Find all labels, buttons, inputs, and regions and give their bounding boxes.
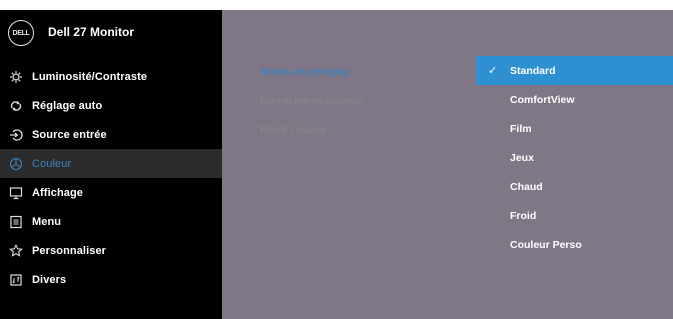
option-label: ComfortView: [510, 93, 575, 106]
option-film[interactable]: Film: [476, 114, 673, 143]
option-standard[interactable]: ✓ Standard: [476, 56, 673, 85]
menu-item-couleur[interactable]: Couleur: [0, 149, 222, 178]
submenu-item-format-entree-couleurs[interactable]: Format entrée couleurs: [260, 96, 363, 107]
option-label: Standard: [510, 64, 556, 77]
star-icon: [9, 243, 23, 258]
submenu-item-modes-prereglage[interactable]: Modes de préréglag: [260, 67, 349, 78]
menu-icon: [9, 215, 23, 229]
option-label: Couleur Perso: [510, 238, 582, 251]
logo-text: DELL: [12, 29, 30, 37]
menu-item-label: Divers: [32, 273, 67, 286]
option-jeux[interactable]: Jeux: [476, 143, 673, 172]
others-icon: [9, 273, 23, 287]
input-source-icon: [9, 128, 23, 142]
menu-item-label: Luminosité/Contraste: [32, 70, 148, 83]
menu-item-personnaliser[interactable]: Personnaliser: [0, 236, 222, 265]
osd-sidebar: DELL Dell 27 Monitor Luminosité/Contrast…: [0, 10, 222, 319]
menu-item-divers[interactable]: Divers: [0, 265, 222, 294]
option-label: Chaud: [510, 180, 543, 193]
display-icon: [9, 186, 23, 200]
menu-item-reglage-auto[interactable]: Réglage auto: [0, 91, 222, 120]
option-comfortview[interactable]: ComfortView: [476, 85, 673, 114]
monitor-model: Dell 27 Monitor: [48, 25, 135, 39]
option-label: Jeux: [510, 151, 534, 164]
menu-item-label: Source entrée: [32, 128, 107, 141]
menu-item-menu[interactable]: Menu: [0, 207, 222, 236]
option-label: Froid: [510, 209, 537, 222]
menu-item-affichage[interactable]: Affichage: [0, 178, 222, 207]
option-chaud[interactable]: Chaud: [476, 172, 673, 201]
option-label: Film: [510, 122, 532, 135]
menu-item-label: Personnaliser: [32, 244, 107, 257]
dell-logo: DELL: [8, 20, 34, 46]
submenu-item-reinit-couleur[interactable]: Réinit. Couleur: [260, 125, 326, 136]
check-icon: ✓: [488, 65, 498, 77]
menu-item-label: Réglage auto: [32, 99, 103, 112]
menu-item-label: Affichage: [32, 186, 84, 199]
osd-header: DELL Dell 27 Monitor: [0, 10, 222, 56]
option-couleur-perso[interactable]: Couleur Perso: [476, 230, 673, 259]
auto-adjust-icon: [9, 99, 23, 113]
menu-item-luminosite[interactable]: Luminosité/Contraste: [0, 62, 222, 91]
monitor-osd: DELL Dell 27 Monitor Luminosité/Contrast…: [0, 10, 673, 319]
menu-item-label: Menu: [32, 215, 62, 228]
brightness-icon: [9, 70, 23, 84]
osd-content-panel: Modes de préréglag Format entrée couleur…: [222, 10, 673, 319]
menu-item-source-entree[interactable]: Source entrée: [0, 120, 222, 149]
option-froid[interactable]: Froid: [476, 201, 673, 230]
color-icon: [9, 157, 23, 171]
menu-item-label: Couleur: [32, 157, 72, 170]
